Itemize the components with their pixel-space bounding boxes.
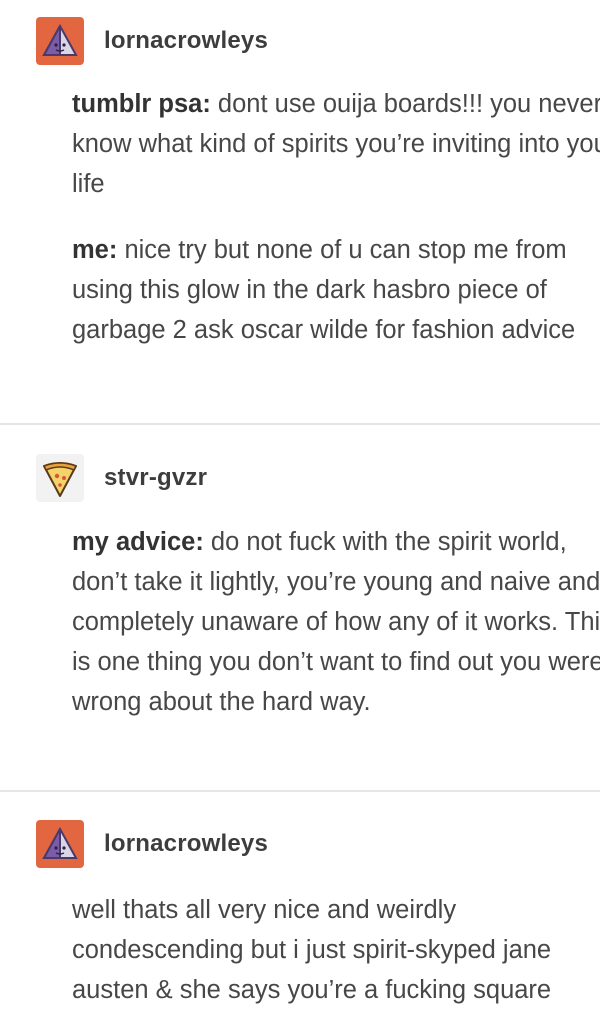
post-header: lornacrowleys [36, 17, 268, 65]
post-header: lornacrowleys [36, 820, 268, 868]
paragraph-text: nice try but none of u can stop me from … [72, 236, 576, 344]
paragraph-text: well thats all very nice and weirdly con… [72, 896, 552, 1004]
post-header: stvr-gvzr [36, 454, 207, 502]
username[interactable]: lornacrowleys [104, 830, 268, 858]
username[interactable]: stvr-gvzr [104, 464, 207, 492]
paragraph-bold-label: tumblr psa: [72, 90, 211, 118]
paragraph-text: do not fuck with the spirit world, don’t… [72, 528, 600, 716]
post: lornacrowleys well thats all very nice a… [0, 792, 600, 1027]
post-paragraph: well thats all very nice and weirdly con… [72, 890, 600, 1010]
paragraph-bold-label: my advice: [72, 528, 204, 556]
paragraph-bold-label: me: [72, 236, 118, 264]
post-paragraph: my advice: do not fuck with the spirit w… [72, 522, 600, 722]
post-paragraph: tumblr psa: dont use ouija boards!!! you… [72, 84, 600, 204]
triangle-avatar-icon[interactable] [36, 17, 84, 65]
username[interactable]: lornacrowleys [104, 27, 268, 55]
pizza-avatar-icon[interactable] [36, 454, 84, 502]
post-paragraph: me: nice try but none of u can stop me f… [72, 230, 600, 350]
post: stvr-gvzr my advice: do not fuck with th… [0, 425, 600, 791]
triangle-avatar-icon[interactable] [36, 820, 84, 868]
post: lornacrowleys tumblr psa: dont use ouija… [0, 0, 600, 424]
